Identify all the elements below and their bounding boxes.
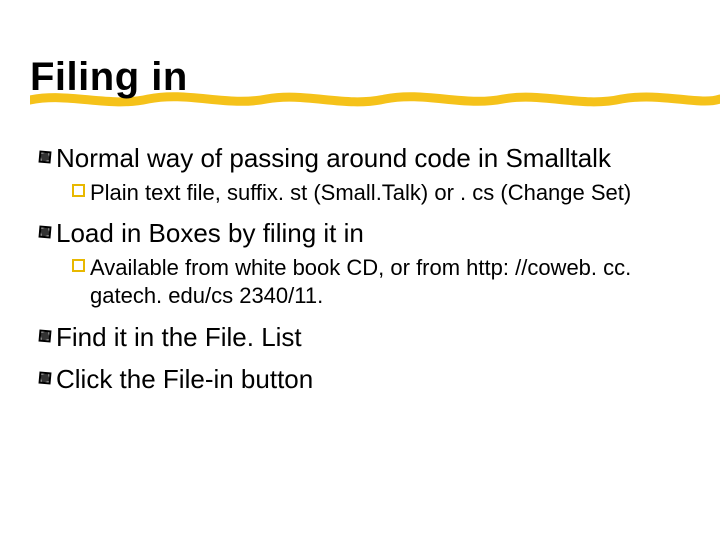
slide-content: Normal way of passing around code in Sma… (30, 142, 690, 396)
title-wrap: Filing in (30, 55, 690, 100)
bullet-lvl1: Load in Boxes by filing it in (38, 217, 690, 250)
bullet-lvl1: Click the File-in button (38, 363, 690, 396)
sub-bullet-icon (72, 254, 90, 279)
bullet-text: Load in Boxes by filing it in (56, 217, 690, 250)
bullet-text: Plain text file, suffix. st (Small.Talk)… (90, 179, 672, 208)
bullet-lvl2: Available from white book CD, or from ht… (72, 254, 672, 311)
slide: Filing in Normal way of passing around c… (0, 0, 720, 426)
bullet-text: Find it in the File. List (56, 321, 690, 354)
bullet-lvl1: Find it in the File. List (38, 321, 690, 354)
bullet-icon (38, 142, 56, 172)
bullet-icon (38, 363, 56, 393)
sub-bullet-icon (72, 179, 90, 204)
bullet-text: Click the File-in button (56, 363, 690, 396)
slide-title: Filing in (30, 55, 690, 100)
bullet-icon (38, 217, 56, 247)
bullet-text: Normal way of passing around code in Sma… (56, 142, 690, 175)
bullet-icon (38, 321, 56, 351)
bullet-lvl2: Plain text file, suffix. st (Small.Talk)… (72, 179, 672, 208)
bullet-lvl1: Normal way of passing around code in Sma… (38, 142, 690, 175)
bullet-text: Available from white book CD, or from ht… (90, 254, 672, 311)
